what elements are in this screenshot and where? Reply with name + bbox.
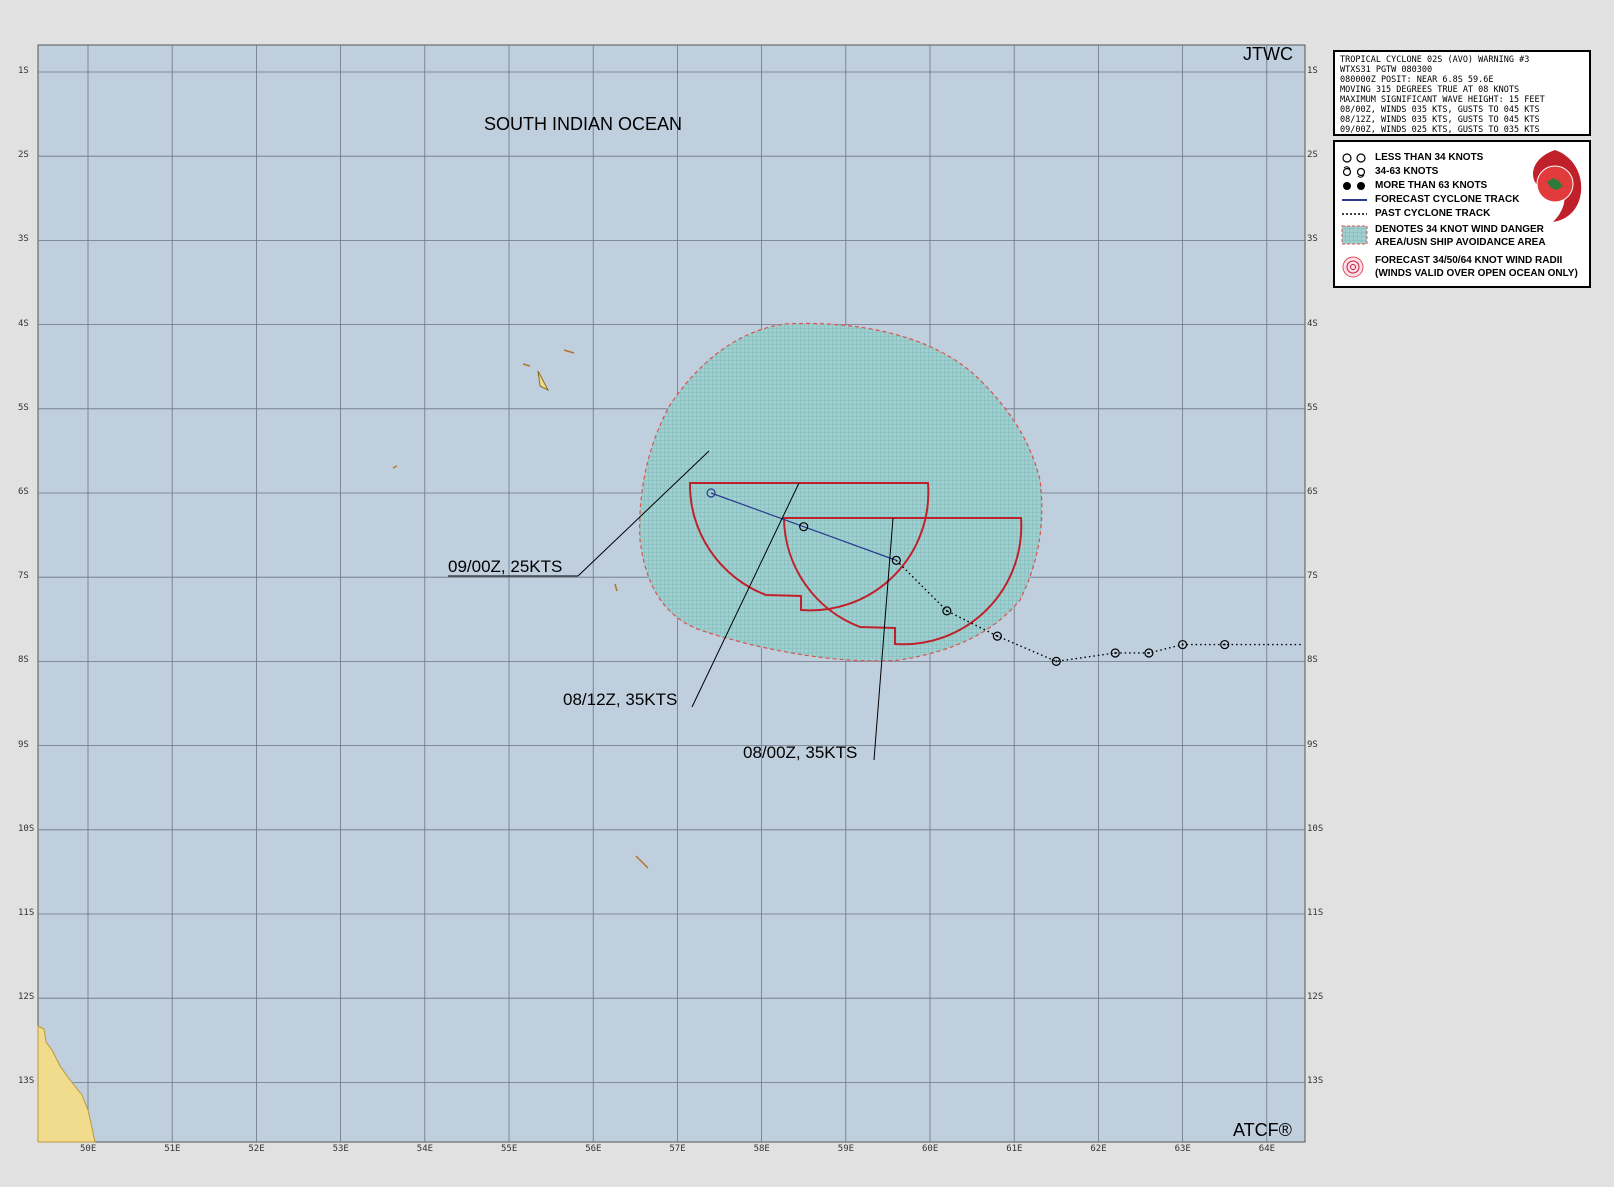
lon-tick-label: 58E	[753, 1144, 770, 1154]
lat-tick-label: 13S	[1307, 1076, 1324, 1087]
lon-tick-label: 60E	[922, 1144, 939, 1154]
agency-label: JTWC	[1243, 44, 1293, 64]
warning-line: 08/00Z, WINDS 035 KTS, GUSTS TO 045 KTS	[1340, 105, 1540, 115]
legend-label: AREA/USN SHIP AVOIDANCE AREA	[1375, 237, 1546, 248]
point-label-0800: 08/00Z, 35KTS	[743, 743, 858, 762]
lat-tick-label: 2S	[1307, 150, 1318, 161]
lat-tick-label: 2S	[18, 150, 29, 161]
warning-info-box: TROPICAL CYCLONE 02S (AVO) WARNING #3 WTX…	[1333, 50, 1591, 136]
warning-line: 08/12Z, WINDS 035 KTS, GUSTS TO 045 KTS	[1340, 115, 1540, 125]
lat-tick-label: 1S	[1307, 66, 1318, 76]
legend-label: FORECAST CYCLONE TRACK	[1375, 194, 1520, 205]
lat-tick-label: 7S	[1307, 571, 1318, 582]
legend-box: LESS THAN 34 KNOTS 34-63 KNOTS MORE THAN…	[1333, 140, 1591, 288]
storm-filled-icon	[1343, 182, 1365, 190]
lon-tick-label: 64E	[1258, 1144, 1276, 1154]
point-label-0900: 09/00Z, 25KTS	[448, 557, 563, 576]
lon-tick-label: 55E	[501, 1144, 518, 1154]
circle-icon	[1342, 153, 1366, 163]
lat-tick-label: 5S	[18, 402, 29, 413]
lat-tick-label: 3S	[18, 234, 29, 245]
legend-label: FORECAST 34/50/64 KNOT WIND RADII	[1375, 255, 1563, 266]
lat-tick-label: 4S	[1307, 318, 1318, 329]
lon-tick-label: 53E	[332, 1144, 349, 1154]
hatched-area-icon	[1341, 225, 1368, 245]
lon-tick-label: 62E	[1090, 1144, 1107, 1154]
legend-label: (WINDS VALID OVER OPEN OCEAN ONLY)	[1375, 268, 1578, 279]
solid-line-icon	[1342, 199, 1367, 201]
warning-line: 080000Z POSIT: NEAR 6.8S 59.6E	[1340, 75, 1494, 85]
lat-tick-label: 10S	[18, 823, 35, 834]
region-label: SOUTH INDIAN OCEAN	[484, 114, 683, 134]
lon-tick-label: 50E	[80, 1144, 97, 1154]
lat-tick-label: 9S	[1307, 739, 1318, 750]
wind-radii-icon	[1342, 256, 1364, 278]
lat-tick-label: 12S	[1307, 992, 1324, 1003]
lon-tick-label: 51E	[164, 1144, 181, 1154]
lat-tick-label: 13S	[18, 1076, 35, 1087]
lat-tick-label: 10S	[1307, 823, 1324, 834]
lat-tick-label: 11S	[1307, 908, 1324, 918]
legend-label: PAST CYCLONE TRACK	[1375, 208, 1491, 219]
warning-line: MAXIMUM SIGNIFICANT WAVE HEIGHT: 15 FEET	[1340, 95, 1545, 105]
lat-tick-label: 9S	[18, 739, 29, 750]
legend-label: 34-63 KNOTS	[1375, 166, 1439, 177]
storm-open-icon	[1342, 166, 1366, 178]
lat-tick-label: 4S	[18, 318, 29, 329]
lat-tick-label: 8S	[18, 655, 29, 666]
lat-tick-label: 11S	[18, 908, 35, 918]
lat-tick-label: 12S	[18, 992, 35, 1003]
lat-tick-label: 5S	[1307, 402, 1318, 413]
warning-line: TROPICAL CYCLONE 02S (AVO) WARNING #3	[1340, 55, 1530, 65]
software-label: ATCF®	[1233, 1120, 1292, 1140]
lat-tick-label: 7S	[18, 571, 29, 582]
jtwc-emblem-icon	[1533, 150, 1582, 222]
lon-tick-label: 61E	[1006, 1144, 1023, 1154]
lat-tick-label: 3S	[1307, 234, 1318, 245]
lat-tick-label: 8S	[1307, 655, 1318, 666]
lon-tick-label: 56E	[585, 1144, 602, 1154]
lon-tick-label: 54E	[416, 1144, 434, 1154]
lon-tick-label: 57E	[669, 1144, 686, 1154]
lon-tick-label: 59E	[837, 1144, 855, 1154]
warning-line: WTXS31 PGTW 080300	[1340, 65, 1433, 75]
point-label-0812: 08/12Z, 35KTS	[563, 690, 678, 709]
lon-tick-label: 63E	[1174, 1144, 1191, 1154]
lat-tick-label: 6S	[1307, 487, 1318, 497]
legend-label: LESS THAN 34 KNOTS	[1375, 152, 1484, 163]
lat-tick-label: 1S	[18, 66, 29, 76]
legend-label: MORE THAN 63 KNOTS	[1375, 180, 1488, 191]
warning-line: MOVING 315 DEGREES TRUE AT 08 KNOTS	[1340, 85, 1520, 95]
legend-label: DENOTES 34 KNOT WIND DANGER	[1375, 224, 1544, 235]
lon-tick-label: 52E	[248, 1144, 265, 1154]
dotted-line-icon	[1342, 213, 1367, 215]
lat-tick-label: 6S	[18, 487, 29, 497]
warning-line: 09/00Z, WINDS 025 KTS, GUSTS TO 035 KTS	[1340, 125, 1540, 135]
